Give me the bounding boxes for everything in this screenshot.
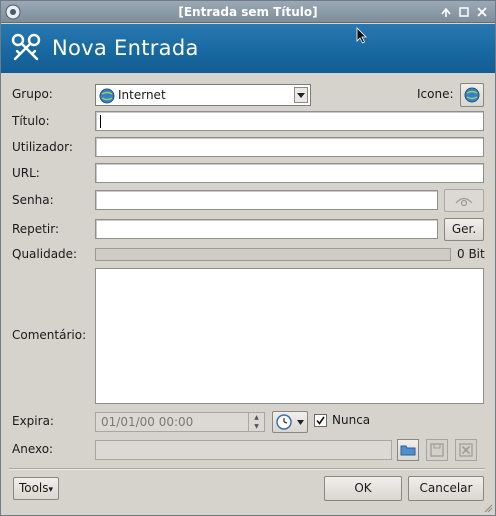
window-title: [Entrada sem Título] [178, 5, 318, 19]
cancel-button[interactable]: Cancelar [408, 476, 484, 501]
tools-button[interactable]: Tools▾ [13, 477, 59, 500]
globe-icon [99, 88, 115, 104]
expires-datetime-input[interactable]: 01/01/00 00:00 ▲ ▼ [95, 412, 265, 432]
checkmark-icon [316, 416, 325, 425]
group-label: Grupo: [12, 87, 53, 101]
eye-icon [455, 197, 473, 207]
toggle-password-visibility-button[interactable] [444, 189, 484, 212]
expires-label: Expira: [12, 414, 54, 428]
attachment-label: Anexo: [12, 442, 54, 456]
repeat-password-input[interactable] [95, 219, 438, 239]
quality-value: 0 Bit [457, 247, 485, 261]
generate-password-button[interactable]: Ger. [444, 218, 484, 241]
expires-datetime-value: 01/01/00 00:00 [101, 415, 194, 429]
quality-bar [95, 248, 451, 261]
group-select[interactable]: Internet [95, 84, 311, 106]
header-banner: Nova Entrada [1, 24, 495, 73]
never-expires-checkbox[interactable] [314, 414, 327, 427]
comment-label: Comentário: [12, 328, 87, 342]
minimize-icon[interactable] [439, 5, 453, 19]
user-input[interactable] [95, 137, 484, 157]
delete-icon [459, 443, 473, 457]
maximize-icon[interactable] [457, 5, 471, 19]
keys-icon [11, 33, 41, 61]
spin-up-icon[interactable]: ▲ [249, 413, 264, 422]
url-input[interactable] [95, 163, 484, 183]
title-bar[interactable]: [Entrada sem Título] [1, 1, 495, 23]
expires-spinner[interactable]: ▲ ▼ [248, 413, 264, 431]
globe-icon [464, 87, 480, 103]
tools-button-label: Tools [18, 481, 49, 495]
mouse-cursor-icon [356, 27, 367, 44]
banner-title: Nova Entrada [52, 36, 199, 60]
spin-down-icon[interactable]: ▼ [249, 422, 264, 431]
resize-grip-icon[interactable] [483, 503, 493, 513]
chevron-down-icon[interactable] [294, 87, 308, 103]
save-attachment-button[interactable] [426, 439, 448, 461]
quality-label: Qualidade: [12, 247, 78, 261]
ok-button[interactable]: OK [324, 476, 402, 501]
window: [Entrada sem Título] Nova Entrada Grupo:… [0, 0, 496, 516]
expiry-presets-button[interactable] [272, 411, 308, 433]
attach-file-button[interactable] [397, 439, 419, 461]
icon-picker-button[interactable] [460, 83, 484, 107]
password-label: Senha: [12, 193, 54, 207]
close-icon[interactable] [475, 5, 489, 19]
save-icon [430, 443, 444, 457]
text-caret [100, 115, 101, 128]
delete-attachment-button[interactable] [455, 439, 477, 461]
url-label: URL: [12, 166, 40, 180]
user-label: Utilizador: [12, 140, 73, 154]
repeat-label: Repetir: [12, 222, 59, 236]
title-input[interactable] [95, 111, 484, 131]
chevron-down-icon: ▾ [48, 485, 54, 495]
folder-icon [400, 445, 416, 456]
group-select-value: Internet [118, 88, 166, 102]
icon-label: Icone: [417, 87, 454, 101]
attachment-input [95, 440, 392, 460]
comment-textarea[interactable] [95, 268, 484, 404]
title-label: Título: [12, 114, 50, 128]
footer-divider [9, 468, 485, 470]
password-input[interactable] [95, 190, 438, 210]
never-expires-label[interactable]: Nunca [332, 413, 370, 427]
calendar-icon [276, 414, 304, 430]
